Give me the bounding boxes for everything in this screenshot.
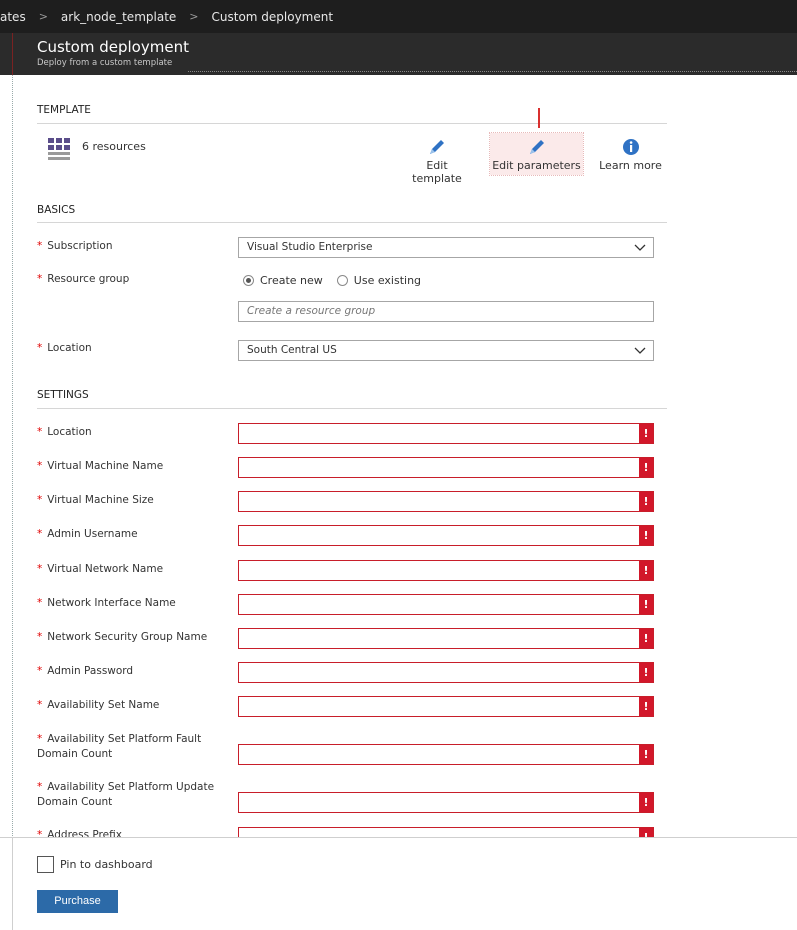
chevron-down-icon: [634, 347, 646, 354]
error-icon: !: [639, 492, 653, 511]
resources-count: 6 resources: [82, 140, 146, 153]
create-new-label[interactable]: Create new: [260, 274, 323, 287]
setting-input-vm-size[interactable]: !: [238, 491, 654, 512]
setting-input-admin-password[interactable]: !: [238, 662, 654, 683]
learn-more-button[interactable]: Learn more: [598, 133, 663, 175]
required-asterisk: *: [37, 597, 43, 609]
error-icon: !: [639, 526, 653, 545]
section-title-settings: SETTINGS: [37, 389, 89, 401]
location-select[interactable]: South Central US: [238, 340, 654, 361]
error-icon: !: [639, 663, 653, 682]
setting-label-vnet-name: * Virtual Network Name: [37, 563, 164, 575]
pencil-icon: [430, 140, 444, 154]
setting-label-admin-username: * Admin Username: [37, 528, 138, 540]
required-asterisk: *: [37, 494, 43, 506]
required-asterisk: *: [37, 342, 43, 354]
setting-label-nsg-name: * Network Security Group Name: [37, 631, 208, 643]
breadcrumb: ates > ark_node_template > Custom deploy…: [0, 0, 797, 33]
setting-label-vm-name: * Virtual Machine Name: [37, 460, 164, 472]
section-title-template: TEMPLATE: [37, 104, 91, 116]
resource-group-input[interactable]: Create a resource group: [238, 301, 654, 322]
purchase-button[interactable]: Purchase: [37, 890, 118, 913]
setting-input-vm-name[interactable]: !: [238, 457, 654, 478]
edit-template-button[interactable]: Edit template: [402, 133, 472, 185]
page-title: Custom deployment: [37, 38, 189, 56]
setting-label-fault-domain-count: * Availability Set Platform Fault Domain …: [37, 733, 202, 760]
required-asterisk: *: [37, 699, 43, 711]
blade-header: Custom deployment Deploy from a custom t…: [0, 33, 797, 75]
create-new-radio[interactable]: [243, 275, 254, 286]
error-icon: !: [639, 629, 653, 648]
setting-label-avset-name: * Availability Set Name: [37, 699, 160, 711]
pin-to-dashboard-label[interactable]: Pin to dashboard: [60, 858, 153, 871]
breadcrumb-item-template[interactable]: ark_node_template: [59, 10, 178, 24]
use-existing-label[interactable]: Use existing: [354, 274, 421, 287]
location-label: * Location: [37, 342, 92, 354]
required-asterisk: *: [37, 563, 43, 575]
page-subtitle: Deploy from a custom template: [37, 58, 173, 68]
breadcrumb-item-current: Custom deployment: [211, 9, 334, 24]
subscription-value: Visual Studio Enterprise: [247, 241, 373, 253]
pin-to-dashboard-checkbox[interactable]: [37, 856, 54, 873]
required-asterisk: *: [37, 665, 43, 677]
required-asterisk: *: [37, 631, 43, 643]
setting-input-admin-username[interactable]: !: [238, 525, 654, 546]
setting-input-fault-domain-count[interactable]: !: [238, 744, 654, 765]
setting-label-admin-password: * Admin Password: [37, 665, 134, 677]
divider: [37, 408, 667, 409]
resource-group-label: * Resource group: [37, 273, 130, 285]
error-icon: !: [639, 595, 653, 614]
pencil-icon: [529, 140, 544, 154]
use-existing-radio[interactable]: [336, 275, 348, 286]
setting-input-update-domain-count[interactable]: !: [238, 792, 654, 813]
required-asterisk: *: [37, 733, 43, 745]
info-icon: [622, 139, 639, 155]
section-title-basics: BASICS: [37, 204, 76, 216]
setting-label-vm-size: * Virtual Machine Size: [37, 494, 154, 506]
setting-input-nsg-name[interactable]: !: [238, 628, 654, 649]
setting-label-location: * Location: [37, 426, 92, 438]
setting-input-location[interactable]: !: [238, 423, 654, 444]
location-value: South Central US: [247, 344, 337, 356]
edit-parameters-label: Edit parameters: [492, 159, 581, 172]
error-icon: !: [639, 458, 653, 477]
error-icon: !: [639, 561, 653, 580]
required-asterisk: *: [37, 528, 43, 540]
blade-footer: Pin to dashboard Purchase: [0, 837, 797, 930]
subscription-label: * Subscription: [37, 240, 113, 252]
edit-parameters-button[interactable]: Edit parameters: [489, 132, 584, 176]
setting-label-nic-name: * Network Interface Name: [37, 597, 176, 609]
required-asterisk: *: [37, 781, 43, 793]
setting-label-update-domain-count: * Availability Set Platform Update Domain…: [37, 781, 215, 808]
error-icon: !: [639, 424, 653, 443]
error-icon: !: [639, 793, 653, 812]
resources-icon: [48, 138, 70, 160]
setting-input-avset-name[interactable]: !: [238, 696, 654, 717]
chevron-down-icon: [634, 244, 646, 251]
setting-input-vnet-name[interactable]: !: [238, 560, 654, 581]
error-icon: !: [639, 745, 653, 764]
resource-group-mode: Create new Use existing: [243, 274, 435, 287]
annotation-marker: [538, 108, 540, 128]
chevron-right-icon: >: [38, 10, 48, 23]
learn-more-label: Learn more: [599, 159, 662, 172]
required-asterisk: *: [37, 273, 43, 285]
required-asterisk: *: [37, 426, 43, 438]
required-asterisk: *: [37, 460, 43, 472]
resource-group-placeholder: Create a resource group: [247, 305, 376, 317]
chevron-right-icon: >: [189, 10, 199, 23]
subscription-select[interactable]: Visual Studio Enterprise: [238, 237, 654, 258]
divider: [37, 222, 667, 223]
error-icon: !: [639, 697, 653, 716]
required-asterisk: *: [37, 240, 43, 252]
divider: [37, 123, 667, 124]
setting-input-nic-name[interactable]: !: [238, 594, 654, 615]
breadcrumb-item-templates[interactable]: ates: [0, 10, 28, 24]
edit-template-label: Edit template: [412, 159, 462, 185]
